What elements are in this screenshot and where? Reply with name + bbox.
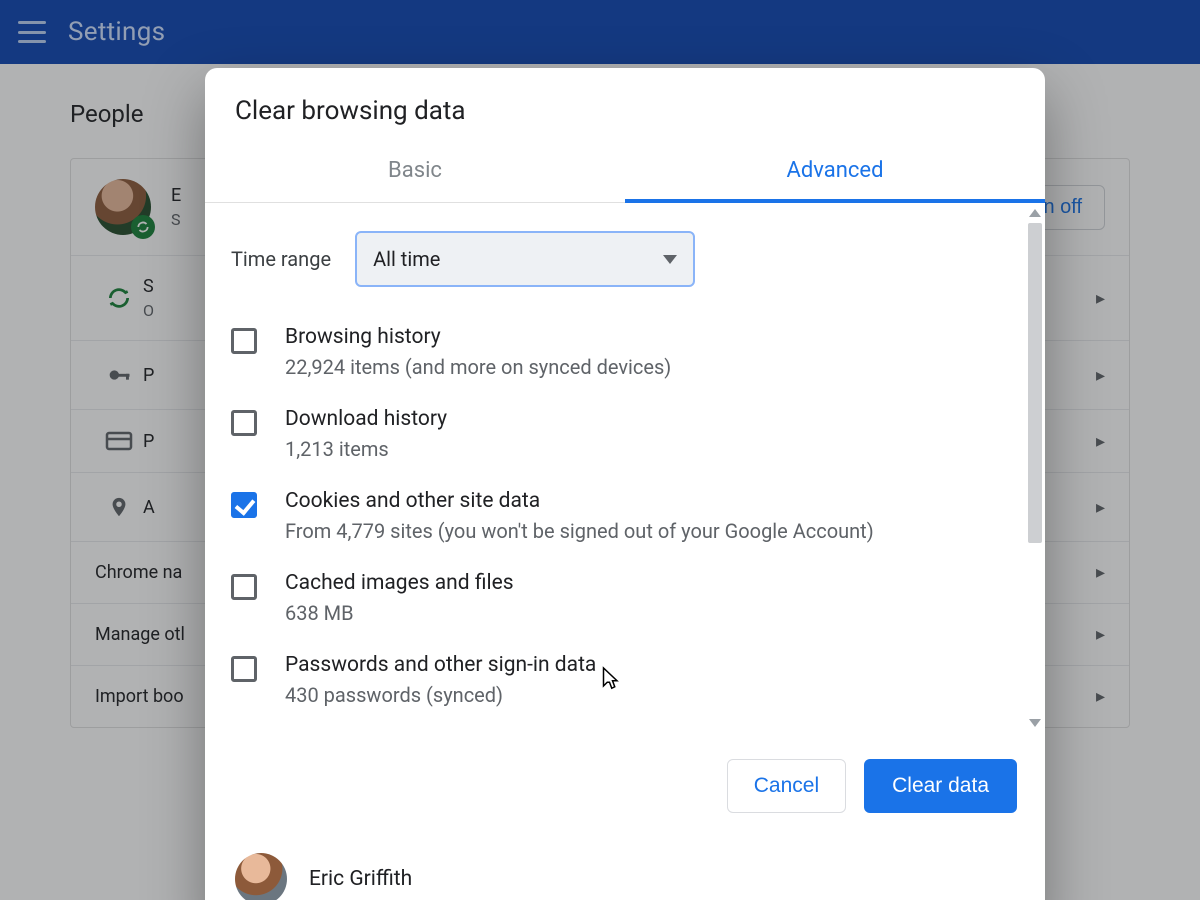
cancel-button[interactable]: Cancel <box>727 759 846 813</box>
time-range-value: All time <box>373 247 440 271</box>
scroll-up-icon[interactable] <box>1029 209 1041 217</box>
checkbox-cached[interactable] <box>231 574 257 600</box>
option-cookies[interactable]: Cookies and other site data From 4,779 s… <box>231 475 1019 557</box>
tab-basic[interactable]: Basic <box>205 144 625 202</box>
option-browsing-history[interactable]: Browsing history 22,924 items (and more … <box>231 311 1019 393</box>
tab-advanced[interactable]: Advanced <box>625 144 1045 203</box>
time-range-label: Time range <box>231 247 331 271</box>
signed-in-name: Eric Griffith <box>309 867 412 891</box>
option-sub: 1,213 items <box>285 437 447 461</box>
option-sub: 430 passwords (synced) <box>285 683 596 707</box>
checkbox-cookies[interactable] <box>231 492 257 518</box>
dialog-tabs: Basic Advanced <box>205 144 1045 203</box>
dialog-body: Time range All time Browsing history 22,… <box>205 203 1045 733</box>
dialog-actions: Cancel Clear data <box>205 733 1045 839</box>
avatar <box>235 853 287 900</box>
option-title: Passwords and other sign-in data <box>285 653 596 677</box>
checkbox-passwords[interactable] <box>231 656 257 682</box>
option-sub: From 4,779 sites (you won't be signed ou… <box>285 519 874 543</box>
checkbox-browsing-history[interactable] <box>231 328 257 354</box>
option-sub: 638 MB <box>285 601 514 625</box>
option-passwords[interactable]: Passwords and other sign-in data 430 pas… <box>231 639 1019 721</box>
time-range-row: Time range All time <box>231 221 1019 311</box>
option-download-history[interactable]: Download history 1,213 items <box>231 393 1019 475</box>
dialog-title: Clear browsing data <box>205 68 1045 144</box>
clear-data-button[interactable]: Clear data <box>864 759 1017 813</box>
option-autofill[interactable]: Autofill form data <box>231 721 1019 733</box>
option-title: Browsing history <box>285 325 671 349</box>
dropdown-triangle-icon <box>663 255 677 264</box>
option-title: Cached images and files <box>285 571 514 595</box>
scroll-thumb[interactable] <box>1028 223 1042 543</box>
option-title: Download history <box>285 407 447 431</box>
signed-in-row: Eric Griffith <box>205 839 1045 900</box>
scrollbar[interactable] <box>1027 207 1043 729</box>
clear-browsing-data-dialog: Clear browsing data Basic Advanced Time … <box>205 68 1045 900</box>
option-sub: 22,924 items (and more on synced devices… <box>285 355 671 379</box>
checkbox-download-history[interactable] <box>231 410 257 436</box>
scroll-down-icon[interactable] <box>1029 719 1041 727</box>
option-title: Cookies and other site data <box>285 489 874 513</box>
option-cached[interactable]: Cached images and files 638 MB <box>231 557 1019 639</box>
time-range-select[interactable]: All time <box>355 231 695 287</box>
